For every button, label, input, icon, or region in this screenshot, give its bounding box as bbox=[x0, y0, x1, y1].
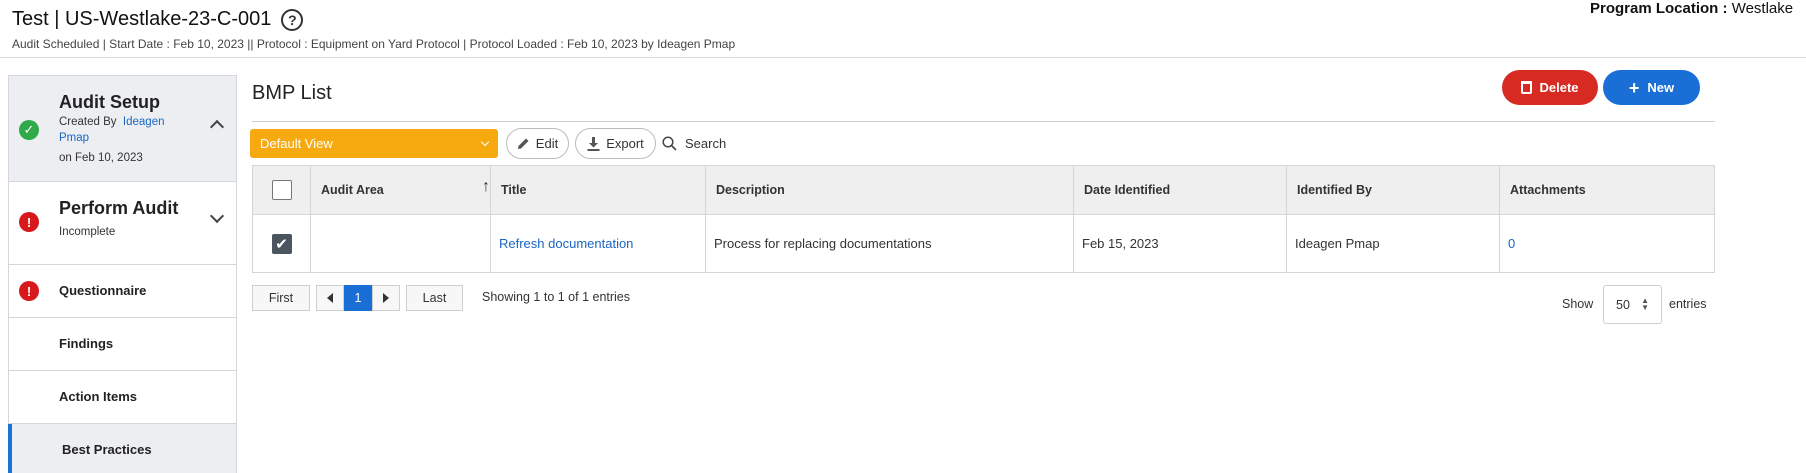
select-all-cell bbox=[252, 165, 311, 215]
sort-arrow-up-icon[interactable]: ↑ bbox=[482, 178, 490, 196]
caret-left-icon bbox=[327, 293, 333, 303]
trash-icon bbox=[1521, 81, 1533, 94]
section-divider bbox=[252, 121, 1715, 122]
edit-button-label: Edit bbox=[535, 136, 559, 151]
row-select-cell: ✔ bbox=[252, 214, 311, 273]
show-label: Show bbox=[1562, 297, 1594, 311]
view-dropdown-value: Default View bbox=[260, 136, 333, 151]
page-title-row: Test | US-Westlake-23-C-001 ? bbox=[12, 8, 304, 31]
sidebar-item-label: Questionnaire bbox=[59, 283, 147, 298]
column-header-identified-by[interactable]: Identified By bbox=[1286, 165, 1500, 215]
section-title: BMP List bbox=[252, 82, 332, 104]
cell-identified-by: Ideagen Pmap bbox=[1286, 214, 1500, 273]
check-circle-icon: ✓ bbox=[19, 120, 39, 140]
export-button[interactable]: Export bbox=[575, 128, 656, 159]
help-icon[interactable]: ? bbox=[281, 8, 304, 31]
created-by-link-cont[interactable]: Pmap bbox=[59, 132, 89, 144]
sidebar-item-action-items[interactable]: Action Items bbox=[8, 371, 237, 424]
sidebar-item-title: Perform Audit bbox=[59, 198, 179, 218]
error-icon: ! bbox=[19, 281, 39, 301]
cell-title: Refresh documentation bbox=[490, 214, 706, 273]
new-button-label: New bbox=[1647, 80, 1675, 95]
next-page-button[interactable] bbox=[372, 285, 400, 311]
column-header-description[interactable]: Description bbox=[705, 165, 1074, 215]
page-title: Test | US-Westlake-23-C-001 bbox=[12, 8, 272, 30]
audit-steps-sidebar: ✓ Audit Setup Created By Ideagen Pmap on… bbox=[8, 75, 237, 473]
sidebar-item-best-practices[interactable]: Best Practices bbox=[8, 424, 237, 473]
caret-right-icon bbox=[383, 293, 389, 303]
created-by-info: Created By Ideagen Pmap bbox=[59, 116, 165, 144]
page-header: Test | US-Westlake-23-C-001 ? Audit Sche… bbox=[12, 6, 1806, 58]
sidebar-item-label: Best Practices bbox=[62, 442, 152, 457]
export-button-label: Export bbox=[606, 136, 644, 151]
program-location-label: Program Location : bbox=[1590, 0, 1728, 17]
table-header-row: Audit Area ↑ Title Description Date Iden… bbox=[252, 165, 1715, 215]
chevron-down-icon[interactable] bbox=[209, 208, 225, 224]
row-checkbox[interactable]: ✔ bbox=[271, 233, 292, 254]
sidebar-item-perform-audit[interactable]: ! Perform Audit Incomplete bbox=[8, 182, 237, 265]
sidebar-item-label: Findings bbox=[59, 336, 114, 351]
bmp-table: Audit Area ↑ Title Description Date Iden… bbox=[252, 165, 1715, 273]
select-all-checkbox[interactable] bbox=[271, 180, 292, 200]
download-icon bbox=[587, 136, 600, 151]
plus-icon: + bbox=[1628, 77, 1640, 98]
entries-label: entries bbox=[1669, 297, 1707, 311]
error-icon: ! bbox=[19, 212, 39, 232]
last-page-button[interactable]: Last bbox=[406, 285, 463, 311]
title-link[interactable]: Refresh documentation bbox=[499, 236, 633, 251]
edit-button[interactable]: Edit bbox=[506, 128, 569, 159]
sidebar-item-status: Incomplete bbox=[59, 226, 116, 238]
cell-attachments: 0 bbox=[1499, 214, 1715, 273]
chevron-up-icon[interactable] bbox=[209, 119, 225, 135]
created-date: on Feb 10, 2023 bbox=[59, 152, 143, 164]
column-header-title[interactable]: Title bbox=[490, 165, 706, 215]
prev-page-button[interactable] bbox=[316, 285, 344, 311]
column-header-audit-area[interactable]: Audit Area ↑ bbox=[310, 165, 491, 215]
search-icon bbox=[662, 136, 677, 151]
delete-button[interactable]: Delete bbox=[1502, 70, 1598, 105]
column-header-date-identified[interactable]: Date Identified bbox=[1073, 165, 1287, 215]
table-row[interactable]: ✔ Refresh documentation Process for repl… bbox=[252, 214, 1715, 273]
delete-button-label: Delete bbox=[1539, 80, 1579, 95]
sort-arrows-icon: ▲ ▼ bbox=[1641, 296, 1649, 312]
column-header-attachments[interactable]: Attachments bbox=[1499, 165, 1715, 215]
sidebar-item-questionnaire[interactable]: ! Questionnaire bbox=[8, 265, 237, 318]
attachments-link[interactable]: 0 bbox=[1508, 236, 1515, 251]
cell-audit-area bbox=[310, 214, 491, 273]
sidebar-item-label: Action Items bbox=[59, 389, 138, 404]
audit-summary: Audit Scheduled | Start Date : Feb 10, 2… bbox=[12, 37, 736, 51]
first-page-button[interactable]: First bbox=[252, 285, 310, 311]
new-button[interactable]: + New bbox=[1603, 70, 1700, 105]
header-divider bbox=[0, 57, 1806, 58]
chevron-down-icon bbox=[480, 137, 490, 147]
program-location-value: Westlake bbox=[1731, 0, 1794, 17]
page-size-select[interactable]: 50 ▲ ▼ bbox=[1603, 285, 1662, 324]
sidebar-item-title: Audit Setup bbox=[59, 92, 160, 112]
page-size-value: 50 bbox=[1616, 298, 1630, 312]
cell-date-identified: Feb 15, 2023 bbox=[1073, 214, 1287, 273]
search-label: Search bbox=[685, 136, 727, 151]
search-button[interactable]: Search bbox=[662, 129, 726, 158]
sidebar-item-findings[interactable]: Findings bbox=[8, 318, 237, 371]
cell-description: Process for replacing documentations bbox=[705, 214, 1074, 273]
created-by-link[interactable]: Ideagen bbox=[123, 116, 165, 128]
pencil-icon bbox=[517, 138, 529, 149]
page-button-current[interactable]: 1 bbox=[344, 285, 372, 311]
sidebar-item-audit-setup[interactable]: ✓ Audit Setup Created By Ideagen Pmap on… bbox=[8, 75, 237, 182]
program-location: Program Location : Westlake bbox=[1590, 0, 1794, 17]
view-dropdown[interactable]: Default View bbox=[250, 129, 498, 158]
entries-summary: Showing 1 to 1 of 1 entries bbox=[482, 290, 631, 304]
